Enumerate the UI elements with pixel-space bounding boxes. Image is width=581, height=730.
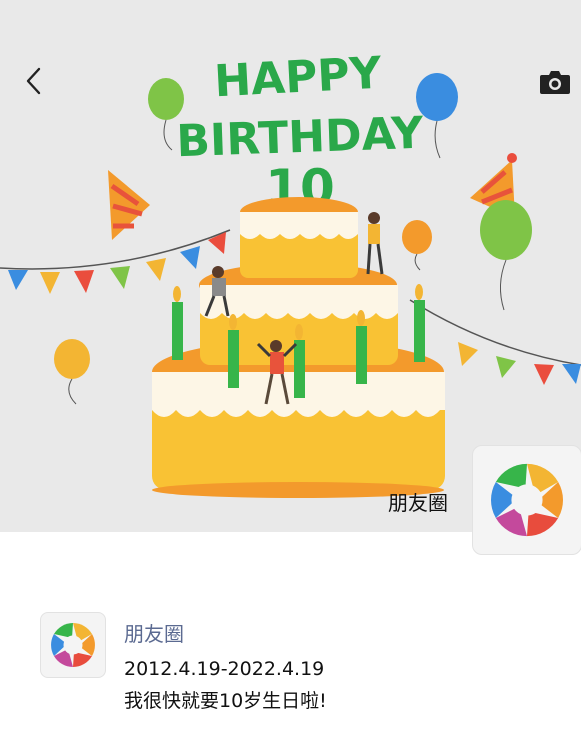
chevron-left-icon [26, 67, 41, 95]
aperture-logo-icon [491, 463, 563, 537]
aperture-logo-icon [51, 623, 95, 667]
profile-avatar[interactable] [472, 445, 581, 555]
post-text: 我很快就要10岁生日啦! [124, 690, 327, 712]
post-date-range: 2012.4.19-2022.4.19 [124, 658, 325, 680]
post-avatar[interactable] [40, 612, 106, 678]
svg-text:HAPPY: HAPPY [213, 48, 384, 108]
moments-post[interactable]: 朋友圈 2012.4.19-2022.4.19 我很快就要10岁生日啦! [40, 612, 560, 712]
post-author-name[interactable]: 朋友圈 [124, 618, 184, 647]
back-button[interactable] [18, 64, 48, 98]
camera-icon [540, 71, 570, 94]
profile-name: 朋友圈 [388, 491, 448, 515]
camera-button[interactable] [536, 66, 574, 98]
